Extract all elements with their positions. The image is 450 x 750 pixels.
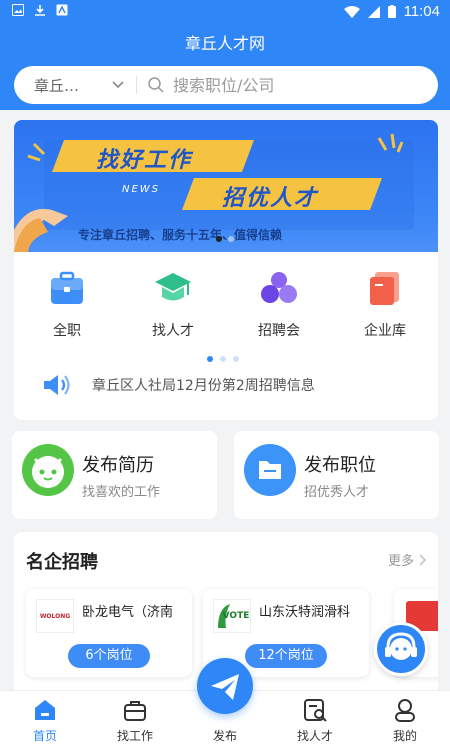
post-job-title: 发布职位	[304, 455, 376, 476]
company-logo: VOTE	[213, 599, 251, 633]
company-logo: WOLONG	[36, 599, 74, 633]
tab-label: 我的	[392, 729, 417, 743]
company-name: 山东沃特润滑科	[259, 605, 351, 620]
category-page-dots	[207, 356, 239, 362]
tab-home[interactable]: 首页	[0, 691, 90, 750]
speaker-icon	[44, 375, 70, 395]
search-icon	[148, 77, 164, 93]
category-row: 全职 找人才 招聘会 企业库	[14, 268, 438, 340]
resume-bot-icon	[22, 444, 74, 496]
page-title: 章丘人才网	[184, 34, 265, 53]
post-resume-subtitle: 找喜欢的工作	[82, 485, 161, 500]
search-divider	[136, 76, 137, 94]
section-title: 名企招聘	[26, 552, 98, 573]
paper-plane-icon	[211, 674, 239, 700]
banner-dot[interactable]	[216, 236, 222, 242]
page-dot	[207, 356, 213, 362]
notice-bar[interactable]: 章丘区人社局12月份第2周招聘信息	[42, 372, 315, 398]
city-selector[interactable]: 章丘…	[34, 75, 104, 96]
banner-tag: NEWS	[122, 184, 161, 195]
category-find-talent[interactable]: 找人才	[120, 268, 226, 340]
status-notifications	[12, 4, 68, 16]
tab-label: 首页	[32, 729, 57, 743]
status-time: 11:04	[403, 3, 440, 20]
post-resume-title: 发布简历	[82, 455, 154, 476]
banner-headline-1: 找好工作	[96, 148, 193, 173]
search-bar[interactable]: 章丘…	[14, 66, 438, 104]
tab-label: 发布	[212, 729, 237, 743]
wifi-icon	[343, 5, 360, 18]
search-input[interactable]	[173, 75, 393, 95]
job-count-badge[interactable]: 6个岗位	[68, 644, 150, 668]
company-name: 卧龙电气（济南	[82, 605, 174, 620]
company-logo-text: VOTE	[222, 611, 250, 621]
more-label: 更多	[387, 554, 414, 569]
promo-banner[interactable]: 找好工作 NEWS 招优人才 专注章丘招聘、服务十五年、值得信赖	[14, 120, 438, 252]
category-label: 全职	[53, 323, 81, 339]
job-count-badge[interactable]: 12个岗位	[245, 644, 327, 668]
customer-service-button[interactable]	[374, 622, 428, 676]
company-logo-text: WOLONG	[39, 612, 71, 620]
more-link[interactable]: 更多	[388, 550, 426, 569]
home-main-card: 找好工作 NEWS 招优人才 专注章丘招聘、服务十五年、值得信赖 全职 找人才	[14, 120, 438, 420]
download-icon	[35, 5, 45, 16]
tab-label: 找人才	[296, 729, 333, 743]
page-dot	[233, 356, 239, 362]
company-card[interactable]: WOLONG 卧龙电气（济南 6个岗位	[26, 589, 192, 677]
banner-dot[interactable]	[228, 236, 234, 242]
post-job-card[interactable]: 发布职位 招优秀人才	[234, 431, 439, 519]
category-company-library[interactable]: 企业库	[332, 268, 438, 340]
tab-mine[interactable]: 我的	[360, 691, 450, 750]
user-icon	[395, 699, 415, 722]
app-a-icon	[56, 4, 68, 16]
folder-icon	[244, 444, 296, 496]
briefcase-icon	[51, 271, 83, 304]
graduation-cap-icon	[155, 273, 191, 301]
post-resume-card[interactable]: 发布简历 找喜欢的工作	[12, 431, 217, 519]
banner-slogan: 专注章丘招聘、服务十五年、值得信赖	[78, 228, 283, 242]
image-icon	[12, 4, 24, 16]
briefcase-icon	[124, 701, 146, 721]
tab-find-job[interactable]: 找工作	[90, 691, 180, 750]
category-label: 企业库	[364, 323, 406, 339]
tab-find-talent[interactable]: 找人才	[270, 691, 360, 750]
home-icon	[35, 700, 55, 720]
app-header: 11:04 章丘人才网 章丘…	[0, 0, 450, 110]
battery-icon	[387, 5, 396, 18]
tab-label: 找工作	[116, 729, 153, 743]
category-label: 找人才	[152, 323, 194, 339]
post-job-subtitle: 招优秀人才	[304, 485, 370, 500]
people-group-icon	[261, 272, 297, 303]
chevron-right-icon	[419, 554, 426, 565]
notice-text: 章丘区人社局12月份第2周招聘信息	[92, 378, 315, 394]
page-dot	[220, 356, 226, 362]
status-bar: 11:04	[0, 0, 450, 24]
chevron-down-icon[interactable]	[108, 75, 128, 95]
signal-icon	[367, 5, 380, 18]
find-talent-icon	[304, 699, 327, 722]
category-fulltime[interactable]: 全职	[14, 268, 120, 340]
banner-headline-2: 招优人才	[222, 186, 319, 211]
category-label: 招聘会	[258, 323, 300, 339]
publish-button[interactable]	[197, 658, 253, 714]
company-library-icon	[370, 272, 399, 305]
category-job-fair[interactable]: 招聘会	[226, 268, 332, 340]
status-system: 11:04	[343, 3, 440, 20]
headset-icon	[385, 632, 417, 660]
